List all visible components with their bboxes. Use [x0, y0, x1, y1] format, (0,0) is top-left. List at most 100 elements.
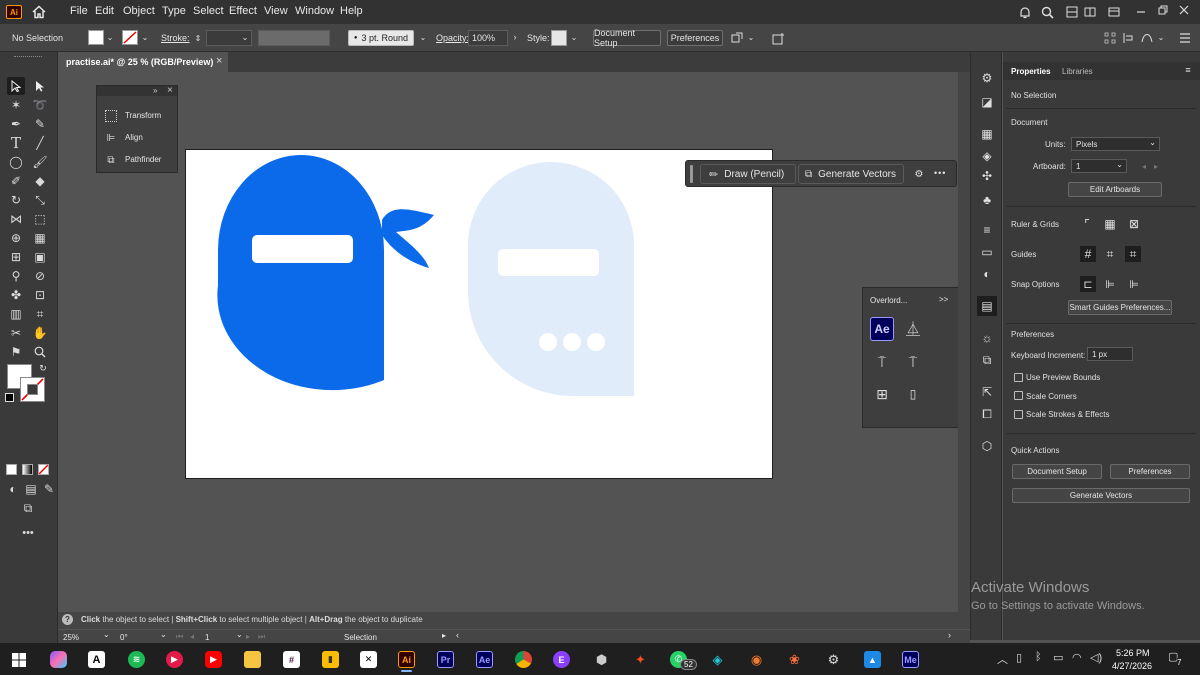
symbols-icon[interactable]: ♣	[979, 192, 995, 208]
tab-libraries[interactable]: Libraries	[1062, 67, 1093, 76]
default-colors-icon[interactable]	[5, 393, 14, 402]
last-artboard-icon[interactable]: ⏭	[258, 632, 265, 642]
gradient-panel-icon[interactable]: ◪	[979, 94, 995, 110]
libraries-icon[interactable]: ▦	[979, 126, 995, 142]
app-fruit-icon[interactable]: ❀	[786, 651, 803, 668]
menu-edit[interactable]: Edit	[95, 5, 114, 17]
artboard-number[interactable]: 1	[205, 633, 209, 642]
next-artboard-icon[interactable]: ▸	[246, 632, 250, 641]
gradient-mode-icon[interactable]	[22, 464, 33, 475]
none-mode-icon[interactable]	[38, 464, 49, 475]
artboards-icon[interactable]: ⧠	[979, 406, 995, 422]
edit-artboards-button[interactable]: Edit Artboards	[1068, 182, 1162, 197]
clock-date[interactable]: 4/27/2026	[1112, 661, 1152, 671]
pen-tool-icon[interactable]: ✒	[7, 115, 25, 133]
puppet-warp-icon[interactable]: ✣	[979, 168, 995, 184]
prev-artboard-icon[interactable]: ◂	[1142, 162, 1146, 171]
scissors-tool-icon[interactable]: ✂	[7, 324, 25, 342]
stroke-panel-icon[interactable]: ≡	[979, 222, 995, 238]
spotify-icon[interactable]: ≋	[128, 651, 145, 668]
text-frame-icon[interactable]: ▯	[903, 384, 923, 404]
draw-pencil-button[interactable]: ✏ Draw (Pencil)	[700, 164, 796, 184]
artboard-dropdown[interactable]: 1 ⌄	[1071, 159, 1127, 173]
settings-icon[interactable]: ⚙	[825, 651, 842, 668]
zoom-tool-icon[interactable]	[31, 343, 49, 361]
free-transform-tool-icon[interactable]: ⬚	[31, 210, 49, 228]
wifi-icon[interactable]: ◠	[1072, 651, 1082, 664]
panel-header[interactable]	[97, 86, 177, 96]
screen-mode-icon[interactable]: ▤	[22, 480, 40, 498]
magic-wand-tool-icon[interactable]: ✶	[7, 96, 25, 114]
task-bar-grip[interactable]	[690, 165, 693, 183]
generate-vectors-button[interactable]: ⧉ Generate Vectors	[798, 164, 904, 184]
use-preview-bounds-checkbox[interactable]	[1014, 373, 1023, 382]
color-mode-icon[interactable]	[6, 464, 17, 475]
panels-icon[interactable]	[1106, 4, 1122, 20]
brush-definition[interactable]: ● 3 pt. Round	[348, 30, 414, 46]
swap-colors-icon[interactable]: ↻	[38, 363, 48, 373]
toolbar-grip[interactable]	[14, 56, 42, 58]
youtube-icon[interactable]: ▶	[205, 651, 222, 668]
copilot-icon[interactable]	[50, 651, 67, 668]
capcut-icon[interactable]: ✕	[360, 651, 377, 668]
device-icon[interactable]: ▯	[1016, 651, 1022, 664]
premiere-taskbar-icon[interactable]: Pr	[437, 651, 454, 668]
3d-icon[interactable]: ⬡	[979, 438, 995, 454]
close-tab-icon[interactable]: ×	[216, 55, 222, 67]
restore-icon[interactable]	[1155, 2, 1171, 18]
properties-icon[interactable]: ⚙	[912, 167, 926, 181]
google-keep-icon[interactable]: ▮	[322, 651, 339, 668]
media-player-icon[interactable]: ▶	[166, 651, 183, 668]
prev-artboard-icon[interactable]: ◂	[190, 632, 194, 641]
ae-button[interactable]: Ae	[870, 317, 894, 341]
panel-menu-icon[interactable]: ≡	[1182, 64, 1194, 76]
windows-start-icon[interactable]	[10, 651, 27, 668]
eraser-tool-icon[interactable]: ◆	[31, 172, 49, 190]
panel-item-pathfinder[interactable]: ⧉ Pathfinder	[103, 153, 175, 169]
panel-expand-icon[interactable]: >>	[939, 295, 948, 304]
ellipse-tool-icon[interactable]: ◯	[7, 153, 25, 171]
mesh-tool-icon[interactable]: ⊞	[7, 248, 25, 266]
arrange-icon[interactable]	[730, 30, 744, 46]
rulers-icon[interactable]: ⌜	[1080, 217, 1094, 231]
smart-guides-icon[interactable]: ⌗	[1125, 246, 1141, 262]
scroll-left-icon[interactable]: ‹	[456, 630, 459, 640]
keyboard-increment-field[interactable]: 1 px	[1087, 347, 1133, 361]
first-artboard-icon[interactable]: ⏮	[176, 632, 183, 642]
figma-icon[interactable]: ✦	[632, 651, 649, 668]
units-dropdown[interactable]: Pixels ⌄	[1071, 137, 1160, 151]
overlord-icon[interactable]: ▤	[977, 296, 997, 316]
stroke-stepper[interactable]: ⇕	[192, 30, 204, 46]
workspace-icon[interactable]	[1082, 4, 1098, 20]
scroll-right-icon[interactable]: ›	[948, 630, 951, 640]
menu-select[interactable]: Select	[193, 5, 224, 17]
menu-window[interactable]: Window	[295, 5, 334, 17]
chevron-down-icon[interactable]: ⌄	[105, 32, 115, 42]
menu-object[interactable]: Object	[123, 5, 155, 17]
align-bottom-icon[interactable]: ⍑	[903, 352, 923, 372]
after-effects-taskbar-icon[interactable]: Ae	[476, 651, 493, 668]
edit-toolbar-icon[interactable]: ✎	[40, 480, 58, 498]
line-tool-icon[interactable]: ╱	[31, 134, 49, 152]
rotate-tool-icon[interactable]: ↻	[7, 191, 25, 209]
appearance-icon[interactable]: ⚙	[979, 70, 995, 86]
qa-generate-vectors-button[interactable]: Generate Vectors	[1012, 488, 1190, 503]
menu-view[interactable]: View	[264, 5, 288, 17]
style-swatch[interactable]	[551, 30, 567, 46]
distribute-icon[interactable]	[1121, 30, 1135, 46]
shaper-tool-icon[interactable]: ✐	[7, 172, 25, 190]
width-tool-icon[interactable]: ⋈	[7, 210, 25, 228]
stroke-label[interactable]: Stroke:	[161, 30, 190, 46]
opacity-field[interactable]: 100%	[468, 30, 508, 46]
help-icon[interactable]: ?	[62, 614, 73, 625]
chevron-down-icon[interactable]: ⌄	[140, 32, 150, 42]
recolor-icon[interactable]	[770, 30, 786, 46]
snap-to-point-icon[interactable]: ⊏	[1080, 276, 1096, 292]
illustrator-taskbar-icon[interactable]: Ai	[398, 651, 415, 668]
media-encoder-taskbar-icon[interactable]: Me	[902, 651, 919, 668]
volume-icon[interactable]: ◁)	[1090, 651, 1102, 664]
symbol-sprayer-tool-icon[interactable]: ✤	[7, 286, 25, 304]
change-screen-mode-icon[interactable]: ⧉	[19, 499, 37, 517]
document-setup-button[interactable]: Document Setup	[593, 28, 661, 48]
transparency-grid-icon[interactable]: ⊠	[1127, 217, 1141, 231]
